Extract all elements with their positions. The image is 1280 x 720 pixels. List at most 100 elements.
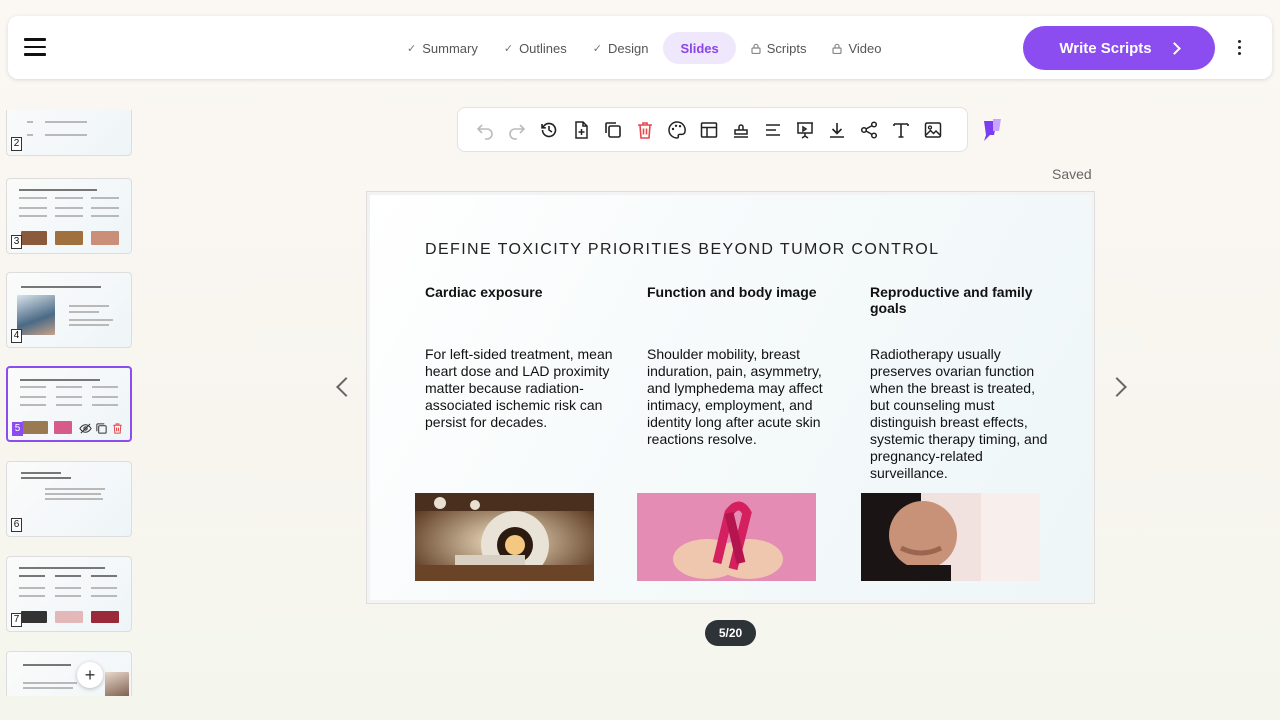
add-slide-button[interactable]: + [77, 662, 103, 688]
slide-thumbnail-5[interactable]: 5 [6, 366, 132, 442]
write-scripts-label: Write Scripts [1059, 39, 1152, 57]
thumb-image [17, 295, 55, 335]
column-body[interactable]: Shoulder mobility, breast induration, pa… [647, 346, 847, 448]
thumb-line [55, 215, 83, 217]
thumbnail-actions [79, 422, 124, 435]
layout-icon[interactable] [698, 119, 720, 141]
slide-thumbnail-7[interactable]: 7 [6, 556, 132, 632]
thumb-line [20, 396, 46, 398]
delete-slide-icon[interactable] [111, 422, 124, 435]
thumb-line [69, 319, 113, 321]
thumb-line [69, 324, 109, 326]
slide-counter: 5/20 [705, 620, 756, 646]
tab-outlines[interactable]: ✓ Outlines [493, 32, 578, 64]
share-icon[interactable] [858, 119, 880, 141]
redo-icon[interactable] [506, 119, 528, 141]
slide-number: 4 [11, 329, 22, 343]
thumb-image [91, 231, 119, 245]
duplicate-slide-icon[interactable] [95, 422, 108, 435]
thumb-line [19, 575, 45, 577]
thumb-line [55, 595, 81, 597]
thumb-line [21, 477, 71, 479]
thumb-image [22, 421, 48, 434]
tab-video[interactable]: Video [821, 32, 892, 64]
thumb-image [55, 231, 83, 245]
history-icon[interactable] [538, 119, 560, 141]
previous-slide-icon[interactable] [336, 377, 356, 397]
slide-number: 5 [12, 422, 23, 436]
thumb-line [91, 575, 117, 577]
tab-design[interactable]: ✓ Design [582, 32, 660, 64]
thumb-line [45, 498, 103, 500]
column-heading[interactable]: Reproductive and family goals [870, 284, 1050, 346]
slide-thumbnail-2[interactable]: 2 [6, 110, 132, 156]
thumb-image [21, 611, 47, 623]
thumb-line [27, 121, 33, 123]
thumb-line [19, 189, 97, 191]
thumb-line [55, 207, 83, 209]
slide-thumbnail-6[interactable]: 6 [6, 461, 132, 537]
thumb-line [45, 488, 105, 490]
thumb-line [19, 207, 47, 209]
slide-title[interactable]: DEFINE TOXICITY PRIORITIES BEYOND TUMOR … [425, 241, 939, 259]
column-heading[interactable]: Function and body image [647, 284, 847, 346]
stamp-icon[interactable] [730, 119, 752, 141]
slide-thumbnail-4[interactable]: 4 [6, 272, 132, 348]
thumb-line [91, 595, 117, 597]
tab-scripts[interactable]: Scripts [740, 32, 818, 64]
tab-slides[interactable]: Slides [663, 32, 736, 64]
radiation-machine-image[interactable] [415, 493, 594, 581]
text-icon[interactable] [890, 119, 912, 141]
thumb-line [21, 472, 61, 474]
menu-icon[interactable] [24, 38, 46, 56]
undo-icon[interactable] [474, 119, 496, 141]
column-body[interactable]: For left-sided treatment, mean heart dos… [425, 346, 625, 431]
assistant-icon[interactable] [981, 117, 1005, 143]
slide-canvas[interactable]: DEFINE TOXICITY PRIORITIES BEYOND TUMOR … [366, 191, 1095, 604]
lock-icon [832, 43, 843, 54]
thumb-line [45, 134, 87, 136]
tab-label: Slides [680, 40, 719, 56]
slide-column-1: Cardiac exposure For left-sided treatmen… [425, 284, 625, 431]
step-tabs: ✓ Summary ✓ Outlines ✓ Design Slides Script… [396, 32, 893, 64]
chevron-right-icon [1167, 41, 1181, 55]
thumb-line [91, 587, 117, 589]
thumb-line [55, 575, 81, 577]
palette-icon[interactable] [666, 119, 688, 141]
thumb-line [45, 121, 87, 123]
column-heading[interactable]: Cardiac exposure [425, 284, 625, 346]
align-icon[interactable] [762, 119, 784, 141]
pink-ribbon-image[interactable] [637, 493, 816, 581]
check-icon: ✓ [592, 42, 602, 55]
slide-column-3: Reproductive and family goals Radiothera… [870, 284, 1050, 482]
thumb-line [19, 215, 47, 217]
slide-thumbnail-8[interactable] [6, 651, 132, 696]
tab-summary[interactable]: ✓ Summary [396, 32, 489, 64]
column-body[interactable]: Radiotherapy usually preserves ovarian f… [870, 346, 1050, 482]
delete-icon[interactable] [634, 119, 656, 141]
thumb-line [55, 197, 83, 199]
thumb-line [20, 386, 46, 388]
thumb-line [21, 286, 101, 288]
more-options-icon[interactable] [1234, 40, 1244, 56]
slide-number: 3 [11, 235, 22, 249]
thumb-line [45, 493, 101, 495]
write-scripts-button[interactable]: Write Scripts [1023, 26, 1215, 70]
save-status: Saved [1052, 166, 1092, 182]
thumb-line [56, 404, 82, 406]
hide-slide-icon[interactable] [79, 422, 92, 435]
new-slide-icon[interactable] [570, 119, 592, 141]
pregnancy-image[interactable] [861, 493, 1040, 581]
present-icon[interactable] [794, 119, 816, 141]
thumb-image [55, 611, 83, 623]
image-icon[interactable] [922, 119, 944, 141]
thumb-line [56, 396, 82, 398]
slide-thumbnails-sidebar[interactable]: 2 3 4 5 6 7 + [0, 110, 140, 696]
thumb-image [105, 672, 129, 696]
slide-thumbnail-3[interactable]: 3 [6, 178, 132, 254]
thumb-line [20, 404, 46, 406]
duplicate-icon[interactable] [602, 119, 624, 141]
next-slide-icon[interactable] [1107, 377, 1127, 397]
download-icon[interactable] [826, 119, 848, 141]
check-icon: ✓ [503, 42, 514, 55]
